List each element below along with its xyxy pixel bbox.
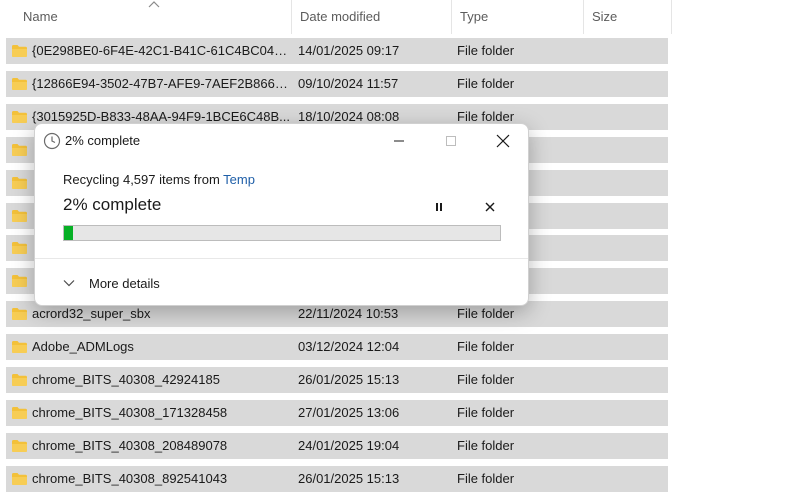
progress-bar-fill <box>64 226 73 240</box>
file-date-modified: 09/10/2024 11:57 <box>298 76 399 91</box>
maximize-button[interactable] <box>427 124 475 158</box>
folder-icon <box>12 111 27 123</box>
folder-icon <box>12 374 27 386</box>
column-header-name[interactable]: Name <box>15 0 291 34</box>
recycle-progress-dialog: 2% complete Recycling 4,597 items from T… <box>34 123 529 306</box>
recycling-status-text: Recycling 4,597 items from <box>63 172 224 187</box>
file-name: chrome_BITS_40308_892541043 <box>32 471 228 486</box>
file-name: Adobe_ADMLogs <box>32 339 134 354</box>
close-icon <box>496 134 510 148</box>
file-name: {12866E94-3502-47B7-AFE9-7AEF2B8667... <box>32 76 290 91</box>
maximize-icon <box>446 136 456 146</box>
file-date-modified: 26/01/2025 15:13 <box>298 372 400 387</box>
column-header-type[interactable]: Type <box>451 0 583 34</box>
column-header: Name Date modified Type Size <box>0 0 672 34</box>
file-date-modified: 27/01/2025 13:06 <box>298 405 400 420</box>
folder-icon <box>12 45 27 57</box>
progress-bar <box>63 225 501 241</box>
folder-icon <box>12 242 27 254</box>
folder-icon <box>12 473 27 485</box>
recycling-status: Recycling 4,597 items from Temp <box>63 172 255 187</box>
folder-icon <box>12 407 27 419</box>
folder-icon <box>12 144 27 156</box>
file-name: chrome_BITS_40308_171328458 <box>32 405 228 420</box>
file-date-modified: 14/01/2025 09:17 <box>298 43 400 58</box>
file-type: File folder <box>457 438 515 453</box>
cancel-icon <box>485 202 495 212</box>
dialog-divider <box>35 258 528 259</box>
pause-button[interactable] <box>428 196 450 218</box>
folder-icon <box>12 308 27 320</box>
minimize-button[interactable] <box>375 124 423 158</box>
file-name: chrome_BITS_40308_42924185 <box>32 372 220 387</box>
file-type: File folder <box>457 372 515 387</box>
file-row[interactable]: {0E298BE0-6F4E-42C1-B41C-61C4BC043... 14/… <box>6 38 668 64</box>
file-row[interactable]: {12866E94-3502-47B7-AFE9-7AEF2B8667... 09… <box>6 71 668 97</box>
chevron-down-icon <box>63 280 75 287</box>
more-details-toggle[interactable]: More details <box>63 272 160 294</box>
more-details-label: More details <box>89 275 160 291</box>
file-row[interactable]: chrome_BITS_40308_171328458 27/01/2025 13… <box>6 400 668 426</box>
file-type: File folder <box>457 76 515 91</box>
file-row[interactable]: chrome_BITS_40308_42924185 26/01/2025 15:… <box>6 367 668 393</box>
clock-icon <box>43 132 61 150</box>
dialog-titlebar[interactable]: 2% complete <box>35 124 528 158</box>
column-header-date-modified[interactable]: Date modified <box>291 0 451 34</box>
file-name: {0E298BE0-6F4E-42C1-B41C-61C4BC043... <box>32 43 290 58</box>
file-row[interactable]: chrome_BITS_40308_208489078 24/01/2025 19… <box>6 433 668 459</box>
folder-icon <box>12 275 27 287</box>
folder-icon <box>12 177 27 189</box>
progress-percent-label: 2% complete <box>63 195 162 214</box>
column-header-size[interactable]: Size <box>583 0 672 34</box>
close-button[interactable] <box>479 124 527 158</box>
folder-icon <box>12 78 27 90</box>
file-type: File folder <box>457 405 515 420</box>
pause-icon <box>436 203 442 211</box>
file-row[interactable]: chrome_BITS_40308_892541043 26/01/2025 15… <box>6 466 668 492</box>
dialog-title: 2% complete <box>65 133 141 148</box>
folder-icon <box>12 210 27 222</box>
folder-icon <box>12 440 27 452</box>
minimize-icon <box>394 140 404 142</box>
file-date-modified: 03/12/2024 12:04 <box>298 339 400 354</box>
cancel-button[interactable] <box>479 196 501 218</box>
file-row[interactable]: Adobe_ADMLogs 03/12/2024 12:04 File folder <box>6 334 668 360</box>
folder-icon <box>12 341 27 353</box>
file-name: chrome_BITS_40308_208489078 <box>32 438 228 453</box>
file-type: File folder <box>457 471 515 486</box>
file-type: File folder <box>457 43 515 58</box>
file-date-modified: 26/01/2025 15:13 <box>298 471 400 486</box>
source-folder-link[interactable]: Temp <box>223 172 255 187</box>
file-type: File folder <box>457 339 515 354</box>
file-date-modified: 24/01/2025 19:04 <box>298 438 400 453</box>
